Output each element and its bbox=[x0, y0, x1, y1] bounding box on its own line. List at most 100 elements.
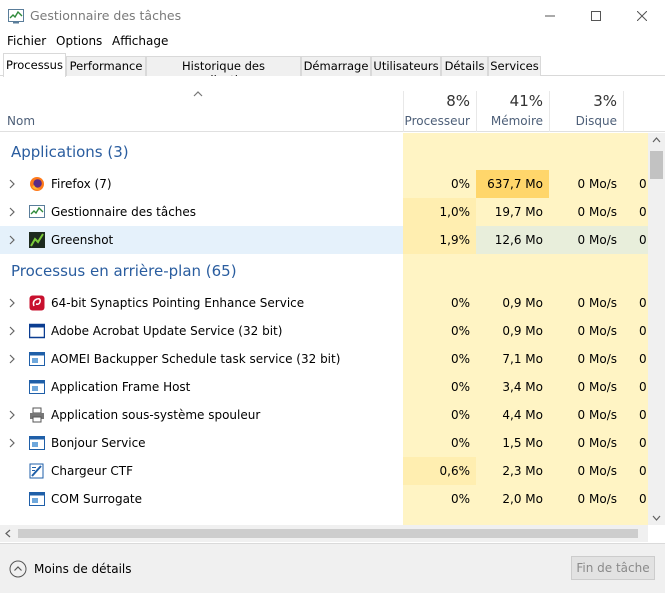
process-name: Gestionnaire des tâches bbox=[51, 205, 197, 219]
vertical-scrollbar[interactable] bbox=[648, 133, 665, 525]
chevron-right-icon[interactable] bbox=[8, 326, 16, 336]
disk-cell: 0 Mo/s bbox=[577, 296, 617, 310]
chevron-up-circle-icon[interactable] bbox=[9, 560, 27, 578]
process-row[interactable]: Greenshot 1,9% 12,6 Mo 0 Mo/s 0 bbox=[0, 226, 648, 254]
network-cell: 0 bbox=[639, 492, 647, 506]
process-row[interactable]: AOMEI Backupper Schedule task service (3… bbox=[0, 345, 648, 373]
menu-options[interactable]: Options bbox=[56, 34, 102, 48]
minimize-button[interactable] bbox=[527, 0, 573, 31]
disk-cell: 0 Mo/s bbox=[577, 408, 617, 422]
menu-affichage[interactable]: Affichage bbox=[112, 34, 168, 48]
chevron-right-icon[interactable] bbox=[8, 235, 16, 245]
process-row[interactable]: Bonjour Service 0% 1,5 Mo 0 Mo/s 0 bbox=[0, 429, 648, 457]
title-bar[interactable]: Gestionnaire des tâches bbox=[0, 0, 665, 31]
process-row[interactable]: Application sous-système spouleur 0% 4,4 M… bbox=[0, 401, 648, 429]
memory-cell: 3,4 Mo bbox=[502, 380, 543, 394]
tab-services[interactable]: Services bbox=[488, 56, 541, 76]
chevron-right-icon[interactable] bbox=[8, 207, 16, 217]
cpu-cell: 1,9% bbox=[403, 226, 476, 254]
firefox-icon bbox=[30, 177, 44, 191]
memory-cell: 0,9 Mo bbox=[502, 296, 543, 310]
process-row[interactable]: Gestionnaire des tâches 1,0% 19,7 Mo 0 Mo/s… bbox=[0, 198, 648, 226]
network-cell: 0 bbox=[639, 464, 647, 478]
network-cell: 0 bbox=[639, 177, 647, 191]
task-manager-icon bbox=[29, 205, 45, 218]
cpu-cell: 0% bbox=[450, 380, 470, 394]
group-header: Processus en arrière-plan (65) bbox=[11, 262, 237, 280]
process-name: COM Surrogate bbox=[51, 492, 143, 506]
process-name: AOMEI Backupper Schedule task service (3… bbox=[51, 352, 341, 366]
tab-utilisateurs[interactable]: Utilisateurs bbox=[371, 56, 441, 76]
tab-bar: Processus Performance Historique des app… bbox=[0, 53, 665, 87]
process-name: Chargeur CTF bbox=[51, 464, 134, 478]
cpu-cell: 0,6% bbox=[403, 457, 476, 485]
process-row[interactable]: COM Surrogate 0% 2,0 Mo 0 Mo/s 0 bbox=[0, 485, 648, 513]
disk-cell: 0 Mo/s bbox=[577, 352, 617, 366]
cpu-cell: 0% bbox=[450, 177, 470, 191]
task-manager-icon bbox=[8, 9, 24, 24]
sort-ascending-icon[interactable] bbox=[191, 90, 205, 98]
maximize-button[interactable] bbox=[573, 0, 619, 31]
tab-details[interactable]: Détails bbox=[441, 56, 488, 76]
process-row[interactable]: 64-bit Synaptics Pointing Enhance Servic… bbox=[0, 289, 648, 317]
process-name: 64-bit Synaptics Pointing Enhance Servic… bbox=[51, 296, 305, 310]
minimize-icon bbox=[545, 15, 555, 16]
horizontal-scroll-thumb[interactable] bbox=[18, 529, 638, 538]
less-details-link[interactable]: Moins de détails bbox=[34, 562, 132, 576]
memory-cell: 7,1 Mo bbox=[502, 352, 543, 366]
process-row[interactable]: Firefox (7) 0% 637,7 Mo 0 Mo/s 0 bbox=[0, 170, 648, 198]
process-row[interactable]: Adobe Acrobat Update Service (32 bit) 0% 0… bbox=[0, 317, 648, 345]
column-disk-header[interactable]: 3% Disque bbox=[549, 91, 623, 132]
process-list: Applications (3) Firefox (7) 0% 637,7 Mo 0 M… bbox=[0, 133, 648, 525]
menu-fichier[interactable]: Fichier bbox=[7, 34, 46, 48]
network-cell: 0 bbox=[639, 408, 647, 422]
disk-total-percent: 3% bbox=[593, 92, 617, 110]
disk-cell: 0 Mo/s bbox=[577, 380, 617, 394]
column-network-header[interactable]: Ré bbox=[623, 91, 648, 132]
memory-cell: 0,9 Mo bbox=[502, 324, 543, 338]
service-icon bbox=[29, 380, 45, 394]
process-name: Adobe Acrobat Update Service (32 bit) bbox=[51, 324, 283, 338]
chevron-right-icon[interactable] bbox=[8, 298, 16, 308]
network-cell: 0 bbox=[639, 324, 647, 338]
chevron-right-icon[interactable] bbox=[8, 179, 16, 189]
cpu-cell: 0% bbox=[450, 296, 470, 310]
network-cell: 0 bbox=[639, 296, 647, 310]
chevron-right-icon[interactable] bbox=[8, 438, 16, 448]
memory-column-label: Mémoire bbox=[490, 114, 543, 128]
memory-cell: 4,4 Mo bbox=[502, 408, 543, 422]
tab-historique[interactable]: Historique des applications bbox=[146, 56, 301, 87]
close-button[interactable] bbox=[619, 0, 665, 31]
vertical-scroll-thumb[interactable] bbox=[650, 151, 663, 179]
tab-demarrage[interactable]: Démarrage bbox=[301, 56, 371, 76]
chevron-right-icon[interactable] bbox=[8, 354, 16, 364]
column-name-header[interactable]: Nom bbox=[7, 114, 35, 128]
tab-processus[interactable]: Processus bbox=[3, 53, 66, 77]
network-cell: 0 bbox=[623, 226, 648, 254]
scroll-down-icon[interactable] bbox=[652, 515, 661, 521]
column-cpu-header[interactable]: 8% Processeur bbox=[403, 91, 476, 132]
process-name: Bonjour Service bbox=[51, 436, 146, 450]
horizontal-scrollbar[interactable] bbox=[0, 525, 648, 542]
tab-performance[interactable]: Performance bbox=[66, 56, 146, 76]
printer-icon bbox=[30, 407, 44, 423]
network-cell: 0 bbox=[639, 436, 647, 450]
process-row[interactable]: Chargeur CTF 0,6% 2,3 Mo 0 Mo/s 0 bbox=[0, 457, 648, 485]
cpu-cell: 1,0% bbox=[403, 198, 476, 226]
disk-column-label: Disque bbox=[575, 114, 617, 128]
window-service-icon bbox=[29, 323, 45, 339]
cpu-cell: 0% bbox=[450, 352, 470, 366]
process-row[interactable]: Application Frame Host 0% 3,4 Mo 0 Mo/s 0 bbox=[0, 373, 648, 401]
column-memory-header[interactable]: 41% Mémoire bbox=[476, 91, 549, 132]
process-name: Greenshot bbox=[51, 233, 114, 247]
maximize-icon bbox=[591, 10, 601, 21]
cpu-cell: 0% bbox=[450, 408, 470, 422]
chevron-right-icon[interactable] bbox=[8, 410, 16, 420]
window-title: Gestionnaire des tâches bbox=[30, 8, 182, 23]
scroll-left-icon[interactable] bbox=[5, 529, 11, 538]
cpu-column-label: Processeur bbox=[404, 114, 470, 128]
scroll-up-icon[interactable] bbox=[652, 137, 661, 143]
disk-cell: 0 Mo/s bbox=[549, 226, 623, 254]
end-task-button[interactable]: Fin de tâche bbox=[571, 556, 655, 580]
disk-cell: 0 Mo/s bbox=[577, 436, 617, 450]
